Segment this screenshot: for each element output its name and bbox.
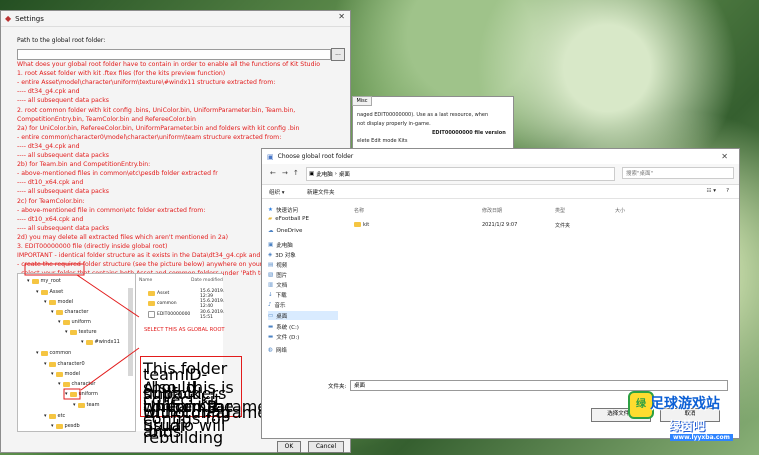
annotation-arrows bbox=[24, 263, 140, 400]
watermark-sub: 绿茵吧 bbox=[669, 419, 706, 433]
my-root-highlight bbox=[24, 263, 85, 276]
team-folder-arrow bbox=[80, 347, 140, 391]
watermark-main: 足球游戏站 bbox=[650, 396, 720, 412]
watermark-logo: 绿 足球游戏站 绿茵吧 www.lyyxba.com bbox=[620, 390, 752, 450]
watermark-url: www.lyyxba.com bbox=[670, 434, 733, 441]
team-highlight bbox=[63, 388, 81, 400]
global-root-arrow bbox=[76, 274, 140, 318]
